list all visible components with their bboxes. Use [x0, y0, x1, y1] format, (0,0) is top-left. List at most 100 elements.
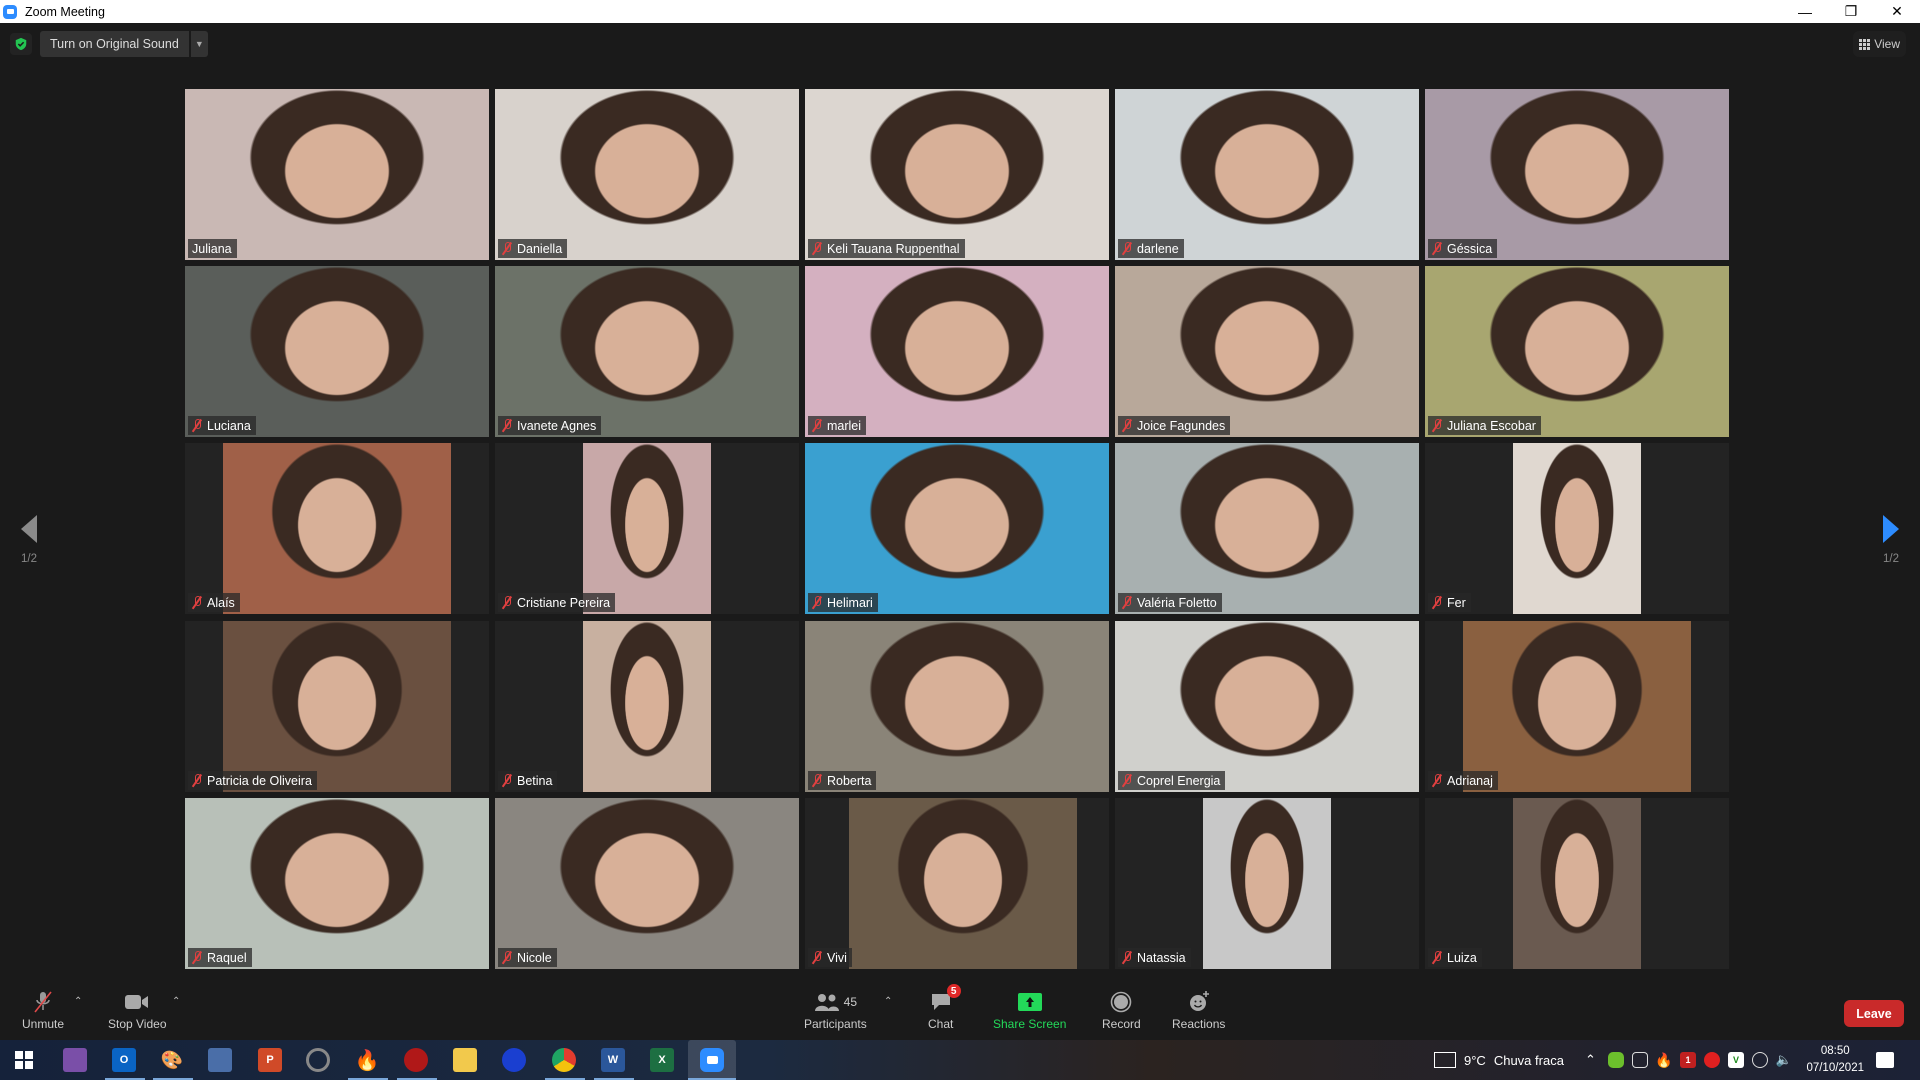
chrome-icon[interactable]	[552, 1048, 576, 1072]
participant-tile[interactable]: Natassia	[1115, 798, 1419, 969]
word-icon[interactable]: W	[601, 1048, 625, 1072]
participant-tile[interactable]: Raquel	[185, 798, 489, 969]
participant-tile[interactable]: Betina	[495, 621, 799, 792]
participant-tile[interactable]: Ivanete Agnes	[495, 266, 799, 437]
participant-tile[interactable]: Daniella	[495, 89, 799, 260]
share-screen-button[interactable]: Share Screen	[993, 990, 1066, 1031]
participant-tile[interactable]: Patricia de Oliveira	[185, 621, 489, 792]
leave-button[interactable]: Leave	[1844, 1000, 1904, 1027]
view-button[interactable]: View	[1853, 31, 1906, 57]
powerpoint-icon[interactable]: P	[258, 1048, 282, 1072]
notifications-icon[interactable]	[1876, 1052, 1894, 1068]
reactions-button[interactable]: Reactions	[1172, 990, 1225, 1031]
participant-tile[interactable]: Helimari	[805, 443, 1109, 614]
network-app-tray-icon[interactable]: 1	[1680, 1052, 1696, 1068]
taskbar-clock[interactable]: 08:50 07/10/2021	[1806, 1043, 1864, 1077]
windows-start-icon[interactable]	[12, 1048, 36, 1072]
participant-tile[interactable]: Joice Fagundes	[1115, 266, 1419, 437]
mic-muted-icon	[502, 596, 512, 609]
unmute-button[interactable]: Unmute	[22, 990, 64, 1031]
participant-video	[185, 266, 489, 437]
red-app-icon[interactable]	[404, 1048, 428, 1072]
participant-name: Patricia de Oliveira	[207, 773, 312, 788]
weather-widget[interactable]: 9°C Chuva fraca	[1434, 1040, 1564, 1080]
participant-name-label: Ivanete Agnes	[498, 416, 602, 435]
participant-tile[interactable]: Luciana	[185, 266, 489, 437]
original-sound-dropdown-icon[interactable]: ▼	[190, 31, 208, 57]
headphones-app-icon[interactable]	[502, 1048, 526, 1072]
participant-tile[interactable]: Nicole	[495, 798, 799, 969]
mic-muted-icon	[1432, 242, 1442, 255]
video-camera-icon	[124, 990, 150, 1014]
tray-overflow-icon[interactable]: ⌃	[1585, 1040, 1596, 1080]
file-explorer-icon[interactable]	[453, 1048, 477, 1072]
participant-video	[495, 89, 799, 260]
participant-tile[interactable]: Vivi	[805, 798, 1109, 969]
participant-video	[495, 266, 799, 437]
security-tray-icon[interactable]	[1608, 1052, 1624, 1068]
security-shield-icon[interactable]	[10, 33, 32, 55]
record-button[interactable]: Record	[1102, 990, 1141, 1031]
red-tray-icon[interactable]	[1704, 1052, 1720, 1068]
participant-name: Roberta	[827, 773, 872, 788]
video-options-caret-icon[interactable]: ⌃	[172, 996, 180, 1007]
participant-name-label: Luciana	[188, 416, 256, 435]
participant-tile[interactable]: darlene	[1115, 89, 1419, 260]
original-sound-button[interactable]: Turn on Original Sound	[40, 31, 189, 57]
participant-name-label: darlene	[1118, 239, 1184, 258]
participant-name: Luciana	[207, 418, 251, 433]
participant-name-label: Roberta	[808, 771, 877, 790]
participants-button[interactable]: 45 Participants	[804, 990, 867, 1031]
mic-muted-icon	[1122, 596, 1132, 609]
participant-video	[583, 443, 711, 614]
mic-muted-icon	[812, 951, 822, 964]
participant-tile[interactable]: Juliana	[185, 89, 489, 260]
excel-icon[interactable]: X	[650, 1048, 674, 1072]
participant-tile[interactable]: Juliana Escobar	[1425, 266, 1729, 437]
participant-tile[interactable]: Luiza	[1425, 798, 1729, 969]
next-page-button[interactable]: 1/2	[1876, 515, 1906, 565]
movie-maker-icon[interactable]	[208, 1048, 232, 1072]
participant-tile[interactable]: Valéria Foletto	[1115, 443, 1419, 614]
participant-tile[interactable]: Fer	[1425, 443, 1729, 614]
reactions-label: Reactions	[1172, 1017, 1226, 1031]
participant-name: Ivanete Agnes	[517, 418, 597, 433]
participant-tile[interactable]: Keli Tauana Ruppenthal	[805, 89, 1109, 260]
camera-tray-icon[interactable]	[1632, 1052, 1648, 1068]
window-title: Zoom Meeting	[25, 4, 105, 19]
participant-tile[interactable]: Cristiane Pereira	[495, 443, 799, 614]
chat-button[interactable]: 5 Chat	[928, 984, 961, 1031]
participants-caret-icon[interactable]: ⌃	[884, 996, 892, 1007]
participant-name-label: marlei	[808, 416, 867, 435]
flame-app-icon[interactable]: 🔥	[355, 1048, 380, 1072]
unmute-label: Unmute	[22, 1017, 65, 1031]
previous-page-button[interactable]: 1/2	[14, 515, 44, 565]
mic-muted-icon	[1122, 774, 1132, 787]
network-globe-icon[interactable]	[1752, 1052, 1768, 1068]
mic-muted-icon	[192, 419, 202, 432]
participant-tile[interactable]: Adrianaj	[1425, 621, 1729, 792]
participant-video	[1463, 621, 1691, 792]
volume-icon[interactable]: 🔈	[1776, 1052, 1792, 1068]
participant-tile[interactable]: Alaís	[185, 443, 489, 614]
purple-app-icon[interactable]	[63, 1048, 87, 1072]
paint-icon[interactable]: 🎨	[160, 1048, 184, 1072]
participant-tile[interactable]: Géssica	[1425, 89, 1729, 260]
close-button[interactable]: ✕	[1874, 0, 1920, 23]
vnc-tray-icon[interactable]: V	[1728, 1052, 1744, 1068]
participant-name: Valéria Foletto	[1137, 595, 1217, 610]
mic-muted-icon	[1432, 774, 1442, 787]
arc-app-icon[interactable]	[306, 1048, 330, 1072]
minimize-button[interactable]: —	[1782, 0, 1828, 23]
audio-options-caret-icon[interactable]: ⌃	[74, 996, 82, 1007]
participant-name-label: Nicole	[498, 948, 557, 967]
restore-button[interactable]: ❐	[1828, 0, 1874, 23]
flame-tray-icon[interactable]: 🔥	[1655, 1052, 1672, 1068]
outlook-icon[interactable]: O	[112, 1048, 136, 1072]
participant-tile[interactable]: Coprel Energia	[1115, 621, 1419, 792]
participant-tile[interactable]: marlei	[805, 266, 1109, 437]
participant-name: Géssica	[1447, 241, 1493, 256]
zoom-taskbar-button[interactable]	[688, 1040, 736, 1080]
stop-video-button[interactable]: Stop Video	[108, 990, 167, 1031]
participant-tile[interactable]: Roberta	[805, 621, 1109, 792]
